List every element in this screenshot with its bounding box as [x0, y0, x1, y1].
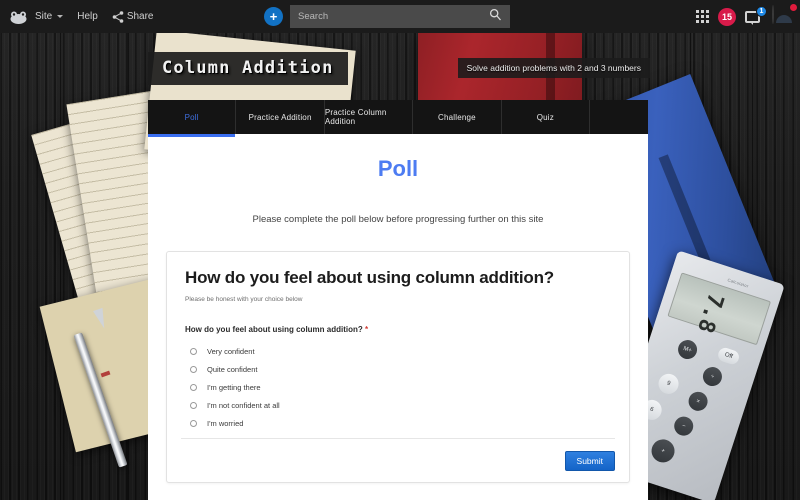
search-input[interactable] [298, 11, 489, 22]
poll-card-title: How do you feel about using column addit… [185, 268, 554, 287]
site-title: Column Addition [162, 58, 334, 78]
radio-icon[interactable] [190, 347, 197, 355]
poll-option-very-confident[interactable]: Very confident [185, 342, 611, 360]
page-subtitle: Please complete the poll below before pr… [252, 214, 544, 225]
poll-option-label: I'm not confident at all [207, 400, 280, 410]
poll-option-quite-confident[interactable]: Quite confident [185, 360, 611, 378]
poll-question-text: How do you feel about using column addit… [185, 325, 363, 334]
poll-options-group: Very confident Quite confident I'm getti… [185, 342, 611, 432]
tab-bar-spacer [590, 100, 648, 134]
tab-poll-label: Poll [184, 112, 199, 122]
messages-count-badge: 1 [756, 5, 767, 17]
tab-practice-addition[interactable]: Practice Addition [236, 100, 325, 134]
search-icon[interactable] [489, 8, 502, 26]
tab-challenge[interactable]: Challenge [413, 100, 502, 134]
radio-icon[interactable] [190, 383, 197, 391]
poll-option-label: Very confident [207, 346, 255, 356]
site-menu-label: Site [35, 11, 53, 22]
calculator-key-off: Off [716, 346, 741, 366]
tab-practice-column-addition[interactable]: Practice Column Addition [324, 100, 414, 134]
calculator-key-divide: ÷ [700, 364, 725, 389]
calculator-brand: Calculator [726, 277, 750, 289]
card-divider [181, 438, 615, 439]
radio-icon[interactable] [190, 401, 197, 409]
radio-icon[interactable] [190, 365, 197, 373]
add-button[interactable]: + [264, 7, 283, 26]
app-bar-left-group: Site Help Share [0, 10, 161, 24]
tab-quiz-label: Quiz [536, 112, 554, 122]
site-tab-bar: Poll Practice Addition Practice Column A… [148, 100, 648, 137]
avatar-alert-badge [789, 2, 798, 12]
radio-icon[interactable] [190, 419, 197, 427]
poll-card: How do you feel about using column addit… [166, 251, 630, 483]
poll-option-not-confident[interactable]: I'm not confident at all [185, 396, 611, 414]
tab-quiz[interactable]: Quiz [502, 100, 591, 134]
notification-count-badge[interactable]: 15 [718, 7, 736, 26]
messages-button[interactable]: 1 [745, 5, 767, 25]
share-label: Share [126, 11, 154, 22]
calculator-key-plus: + [648, 436, 678, 466]
poll-option-label: I'm getting there [207, 382, 261, 392]
calculator-key-9: 9 [655, 371, 682, 397]
site-menu-button[interactable]: Site [28, 11, 70, 22]
tab-practice-column-addition-label: Practice Column Addition [324, 108, 387, 126]
app-viewport: Calculator 7.8 Off M+ ÷ 9 × 6 − + Site H… [0, 0, 800, 500]
page-content: Poll Please complete the poll below befo… [148, 134, 648, 500]
share-button[interactable]: Share [105, 10, 161, 23]
poll-card-subtitle: Please be honest with your choice below [185, 296, 303, 303]
share-icon [112, 10, 124, 23]
submit-button[interactable]: Submit [564, 451, 615, 471]
top-app-bar: Site Help Share + Search 15 1 [0, 0, 800, 33]
calculator-key-mplus: M+ [675, 337, 700, 362]
poll-option-getting-there[interactable]: I'm getting there [185, 378, 611, 396]
poll-option-worried[interactable]: I'm worried [185, 414, 611, 432]
app-bar-right-group: 15 1 [696, 0, 798, 33]
poll-option-label: I'm worried [207, 418, 244, 428]
chevron-down-icon [57, 15, 64, 18]
poll-option-label: Quite confident [207, 364, 258, 374]
site-tagline: Solve addition problems with 2 and 3 num… [457, 58, 650, 78]
site-title-banner: Column Addition [148, 52, 348, 85]
required-asterisk: * [365, 325, 369, 334]
tab-challenge-label: Challenge [438, 112, 476, 122]
avatar[interactable] [772, 2, 798, 28]
tab-practice-addition-label: Practice Addition [248, 112, 312, 122]
calculator-key-minus: − [671, 414, 696, 439]
help-link[interactable]: Help [70, 11, 105, 22]
poll-question-label: How do you feel about using column addit… [185, 325, 611, 334]
user-avatar-image [772, 4, 774, 24]
grid-apps-icon[interactable] [696, 10, 709, 23]
search-bar[interactable] [290, 5, 510, 28]
calculator-key-multiply: × [686, 389, 711, 414]
tab-poll[interactable]: Poll [148, 100, 237, 137]
page-title: Poll [377, 156, 419, 181]
frog-logo-icon[interactable] [9, 10, 28, 24]
